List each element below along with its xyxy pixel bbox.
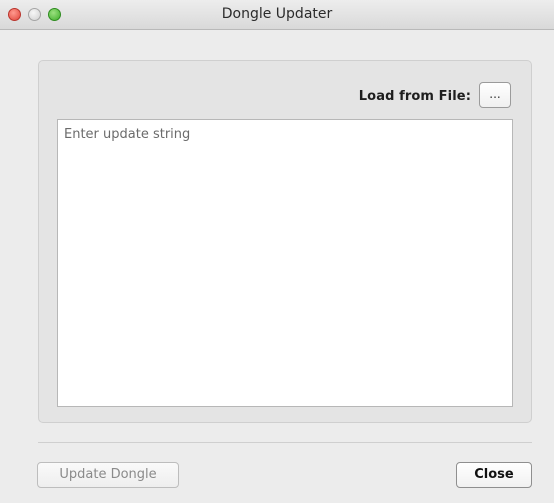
update-dongle-button[interactable]: Update Dongle [37, 462, 179, 488]
footer-separator [38, 442, 532, 443]
title-bar[interactable]: Dongle Updater [0, 0, 554, 30]
update-string-input[interactable]: Enter update string [57, 119, 513, 407]
window-title: Dongle Updater [221, 6, 333, 22]
dongle-updater-window: Dongle Updater Load from File: ... Enter… [0, 0, 554, 503]
update-panel: Load from File: ... Enter update string [38, 60, 532, 423]
load-from-file-label: Load from File: [358, 89, 471, 104]
close-button[interactable]: Close [456, 462, 532, 488]
update-string-placeholder: Enter update string [64, 127, 191, 142]
browse-file-button[interactable]: ... [479, 82, 511, 108]
